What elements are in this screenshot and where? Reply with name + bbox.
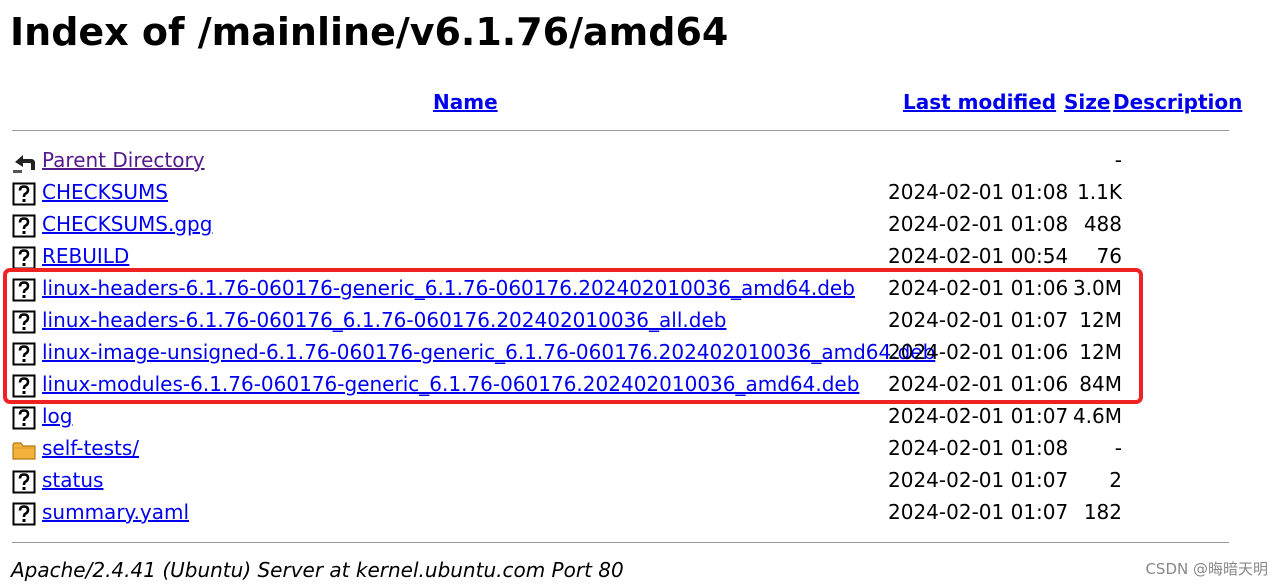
file-link[interactable]: log <box>42 404 73 428</box>
size-cell: 488 <box>1083 212 1122 236</box>
back-icon <box>12 150 36 174</box>
last-modified-cell: 2024-02-01 01:08 <box>888 180 1069 204</box>
last-modified-cell: 2024-02-01 01:07 <box>888 404 1069 428</box>
watermark: CSDN @晦暗天明 <box>1145 560 1268 578</box>
file-link[interactable]: REBUILD <box>42 244 129 268</box>
last-modified-cell: 2024-02-01 01:07 <box>888 500 1069 524</box>
server-signature: Apache/2.4.41 (Ubuntu) Server at kernel.… <box>11 558 624 582</box>
parent-directory-link[interactable]: Parent Directory <box>42 148 205 172</box>
unknown-file-icon <box>12 182 36 206</box>
last-modified-cell: 2024-02-01 00:54 <box>888 244 1069 268</box>
size-cell: 76 <box>1096 244 1122 268</box>
size-cell: - <box>1114 148 1122 172</box>
last-modified-cell: 2024-02-01 01:07 <box>888 468 1069 492</box>
file-row: summary.yaml 2024-02-01 01:07 182 <box>12 499 1122 529</box>
unknown-file-icon <box>12 214 36 238</box>
file-link[interactable]: self-tests/ <box>42 436 139 460</box>
unknown-file-icon <box>12 502 36 526</box>
directory-listing-page: Index of /mainline/v6.1.76/amd64 Name La… <box>0 0 1282 587</box>
file-row: Parent Directory - <box>12 147 1122 177</box>
size-cell: 1.1K <box>1077 180 1122 204</box>
file-row: log 2024-02-01 01:07 4.6M <box>12 403 1122 433</box>
size-cell: 2 <box>1109 468 1122 492</box>
bottom-divider <box>12 542 1229 543</box>
file-row: CHECKSUMS.gpg 2024-02-01 01:08 488 <box>12 211 1122 241</box>
top-divider <box>12 130 1229 131</box>
last-modified-cell: 2024-02-01 01:08 <box>888 212 1069 236</box>
file-row: CHECKSUMS 2024-02-01 01:08 1.1K <box>12 179 1122 209</box>
unknown-file-icon <box>12 246 36 270</box>
file-row: status 2024-02-01 01:07 2 <box>12 467 1122 497</box>
page-title: Index of /mainline/v6.1.76/amd64 <box>10 10 729 54</box>
file-link[interactable]: status <box>42 468 103 492</box>
size-cell: 182 <box>1083 500 1122 524</box>
last-modified-cell: 2024-02-01 01:08 <box>888 436 1069 460</box>
sort-by-name-link[interactable]: Name <box>433 90 498 114</box>
sort-by-last-modified-link[interactable]: Last modified <box>903 90 1056 114</box>
unknown-file-icon <box>12 406 36 430</box>
file-row: self-tests/2024-02-01 01:08 - <box>12 435 1122 465</box>
size-cell: - <box>1114 436 1122 460</box>
file-link[interactable]: CHECKSUMS <box>42 180 168 204</box>
file-link[interactable]: CHECKSUMS.gpg <box>42 212 212 236</box>
folder-icon <box>12 438 36 462</box>
highlight-annotation <box>3 268 1143 404</box>
unknown-file-icon <box>12 470 36 494</box>
sort-by-size-link[interactable]: Size <box>1064 90 1110 114</box>
file-link[interactable]: summary.yaml <box>42 500 189 524</box>
sort-by-description-link[interactable]: Description <box>1113 90 1242 114</box>
size-cell: 4.6M <box>1072 404 1122 428</box>
